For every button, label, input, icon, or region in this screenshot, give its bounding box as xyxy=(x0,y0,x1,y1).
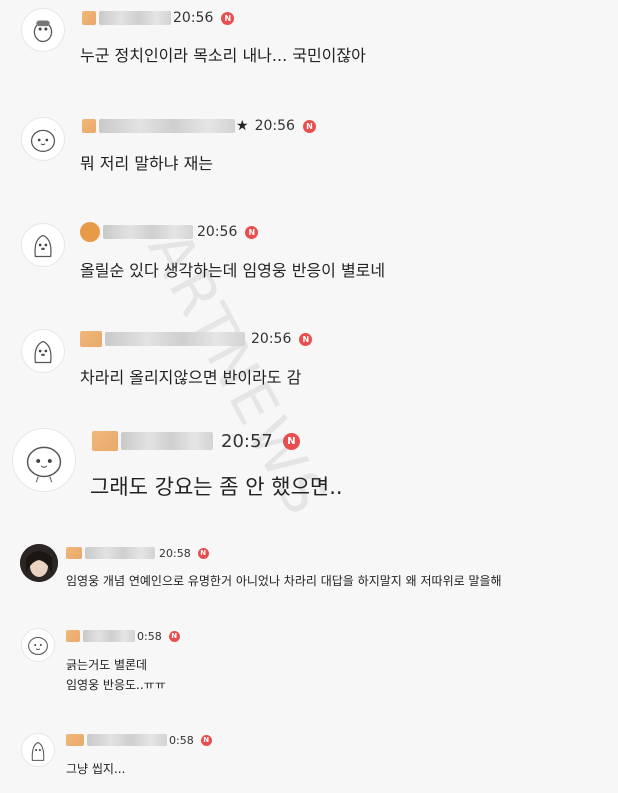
user-badge-icon xyxy=(92,431,118,451)
character-avatar-icon[interactable] xyxy=(21,117,65,161)
comment-time: 20:56 xyxy=(197,224,238,240)
comment-meta: 20:57 N xyxy=(92,428,300,454)
blurred-username xyxy=(121,432,213,450)
naver-badge-icon: N xyxy=(299,332,313,346)
blurred-username xyxy=(83,630,135,642)
comment-text-line2: 임영웅 반응도..ㅠㅠ xyxy=(66,678,166,692)
user-badge-icon xyxy=(80,331,102,347)
comment-meta: 20:56 N xyxy=(80,222,259,242)
blurred-username xyxy=(105,332,245,346)
naver-badge-icon: N xyxy=(200,734,212,746)
naver-badge-icon: N xyxy=(245,225,259,239)
user-badge-icon xyxy=(66,734,84,746)
user-badge-icon xyxy=(66,630,80,642)
naver-badge-icon: N xyxy=(221,11,235,25)
naver-badge-icon: N xyxy=(168,630,180,642)
comment-time: 20:56 xyxy=(254,118,295,134)
character-avatar-icon[interactable] xyxy=(21,8,65,52)
blurred-username xyxy=(87,734,167,746)
comment-meta: ★ 20:56 N xyxy=(82,116,316,136)
comment-time: 0:58 xyxy=(169,733,194,747)
comment-time: 20:56 xyxy=(251,331,292,347)
comment-text: 누군 정치인이라 목소리 내나... 국민이잖아 xyxy=(80,46,366,65)
naver-badge-icon: N xyxy=(197,547,209,559)
comment-text: 올릴순 있다 생각하는데 임영웅 반응이 별로네 xyxy=(80,261,386,280)
character-avatar-icon[interactable] xyxy=(21,733,55,767)
comment-text: 뭐 저리 말하냐 재는 xyxy=(80,154,214,173)
comment-time: 20:58 xyxy=(159,546,191,560)
character-avatar-icon[interactable] xyxy=(21,223,65,267)
blurred-username xyxy=(103,225,193,239)
comment-meta: 0:58 N xyxy=(66,731,212,749)
user-badge-icon xyxy=(82,11,96,25)
comment-time: 0:58 xyxy=(137,629,162,643)
user-badge-icon xyxy=(80,222,100,242)
character-avatar-icon[interactable] xyxy=(21,628,55,662)
comment-time: 20:57 xyxy=(221,430,273,452)
naver-badge-icon: N xyxy=(302,119,316,133)
name-suffix-star: ★ xyxy=(236,118,249,134)
comment-meta: 20:56 N xyxy=(82,8,235,28)
comment-text: 차라리 올리지않으면 반이라도 감 xyxy=(80,368,302,387)
blurred-username xyxy=(85,547,155,559)
comment-time: 20:56 xyxy=(173,10,214,26)
character-avatar-icon[interactable] xyxy=(12,428,76,492)
comment-meta: 0:58 N xyxy=(66,627,180,645)
user-badge-icon xyxy=(82,119,96,133)
profile-photo-avatar[interactable] xyxy=(20,544,58,582)
comment-text: 그래도 강요는 좀 안 했으면.. xyxy=(90,475,343,499)
comment-text: 긁는거도 별론데 xyxy=(66,658,148,672)
character-avatar-icon[interactable] xyxy=(21,329,65,373)
comment-text: 그냥 씹지... xyxy=(66,762,126,776)
blurred-username xyxy=(99,11,171,25)
user-badge-icon xyxy=(66,547,82,559)
comment-meta: 20:58 N xyxy=(66,544,209,562)
comment-text: 임영웅 개념 연예인으로 유명한거 아니었나 차라리 대답을 하지말지 왜 저따… xyxy=(66,574,502,588)
comment-meta: 20:56 N xyxy=(80,329,313,349)
blurred-username xyxy=(99,119,235,133)
naver-badge-icon: N xyxy=(282,432,300,450)
